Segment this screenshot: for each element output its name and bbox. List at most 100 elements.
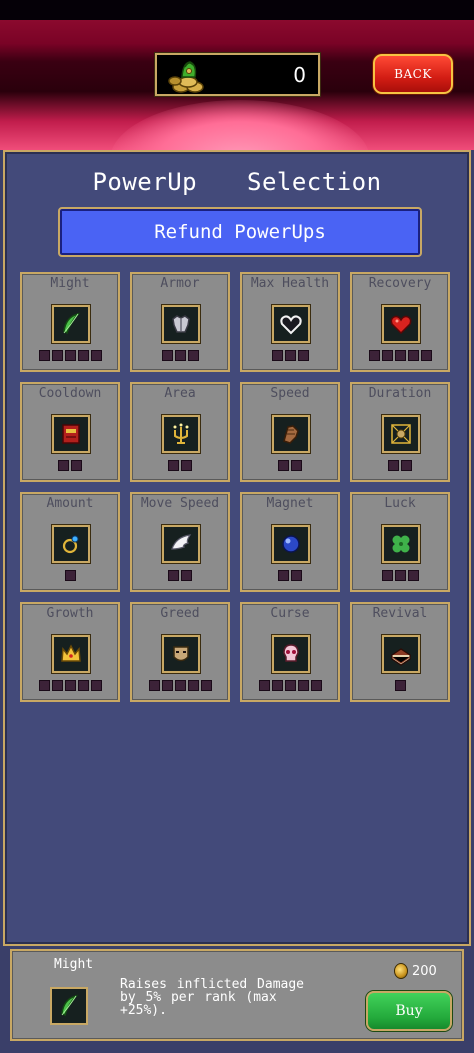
price-value: 200 — [412, 963, 437, 979]
powerup-label: Max Health — [250, 276, 330, 291]
powerup-icon-frame — [52, 635, 90, 673]
powerup-icon-frame — [162, 525, 200, 563]
feather-icon — [61, 994, 79, 1017]
rank-pip — [394, 680, 406, 691]
rank-pip — [394, 350, 406, 361]
rank-pips — [352, 680, 448, 691]
powerup-icon-frame — [382, 525, 420, 563]
buy-button[interactable]: Buy — [366, 991, 452, 1031]
rank-pip — [278, 460, 289, 471]
rank-pip — [271, 350, 283, 361]
powerup-card-might[interactable]: Might — [20, 272, 120, 372]
rank-pip — [181, 570, 192, 581]
powerup-card-duration[interactable]: Duration — [350, 382, 450, 482]
mask-icon — [173, 646, 189, 662]
powerup-label: Move Speed — [140, 496, 220, 511]
rank-pip — [77, 350, 89, 361]
rank-pip — [64, 680, 76, 691]
powerup-card-armor[interactable]: Armor — [130, 272, 230, 372]
powerup-label: Greed — [160, 606, 200, 621]
page-title: PowerUp Selection — [92, 168, 382, 196]
powerup-icon-frame — [272, 415, 310, 453]
powerup-icon-frame — [272, 525, 310, 563]
powerup-card-revival[interactable]: Revival — [350, 602, 450, 702]
powerup-label: Cooldown — [38, 386, 102, 401]
powerup-card-magnet[interactable]: Magnet — [240, 492, 340, 592]
coin-counter: 0 — [155, 53, 320, 96]
rank-pip — [64, 350, 76, 361]
rank-pips — [352, 460, 448, 471]
rank-pip — [278, 570, 289, 581]
powerup-label: Might — [50, 276, 90, 291]
refund-powerups-button[interactable]: Refund PowerUps — [58, 207, 422, 257]
rank-pips — [132, 460, 228, 471]
rank-pips — [352, 570, 448, 581]
rank-pip — [161, 350, 173, 361]
coin-count: 0 — [293, 63, 306, 87]
powerup-card-luck[interactable]: Luck — [350, 492, 450, 592]
powerup-card-greed[interactable]: Greed — [130, 602, 230, 702]
powerup-icon-frame — [272, 305, 310, 343]
powerup-card-move-speed[interactable]: Move Speed — [130, 492, 230, 592]
powerup-icon-frame — [52, 305, 90, 343]
detail-name: Might — [54, 957, 94, 972]
tiragisu-icon — [390, 648, 412, 666]
rank-pips — [132, 570, 228, 581]
powerup-label: Recovery — [368, 276, 432, 291]
back-button[interactable]: BACK — [373, 54, 453, 94]
powerup-panel: PowerUp Selection Refund PowerUps Might A… — [3, 150, 471, 946]
powerup-card-growth[interactable]: Growth — [20, 602, 120, 702]
rank-pip — [38, 350, 50, 361]
powerup-card-cooldown[interactable]: Cooldown — [20, 382, 120, 482]
powerup-card-max-health[interactable]: Max Health — [240, 272, 340, 372]
rank-pip — [174, 680, 186, 691]
rank-pip — [291, 460, 302, 471]
powerup-card-amount[interactable]: Amount — [20, 492, 120, 592]
detail-description: Raises inflicted Damage by 5% per rank (… — [120, 977, 305, 1018]
powerup-label: Duration — [368, 386, 432, 401]
header-glow — [110, 100, 370, 150]
orb-icon — [282, 535, 300, 553]
coin-icon — [394, 963, 408, 979]
rank-pip — [388, 460, 399, 471]
heart-outline-icon — [280, 315, 302, 335]
rank-pip — [381, 570, 393, 581]
tome-icon — [62, 424, 80, 444]
powerup-label: Revival — [372, 606, 428, 621]
rank-pips — [22, 680, 118, 691]
top-strip — [0, 0, 474, 20]
feather-icon — [63, 312, 81, 335]
powerup-card-speed[interactable]: Speed — [240, 382, 340, 482]
rank-pip — [420, 350, 432, 361]
powerup-icon-frame — [162, 635, 200, 673]
rank-pip — [77, 680, 89, 691]
powerup-icon-frame — [382, 635, 420, 673]
coin-pile-icon — [168, 61, 204, 93]
rank-pip — [161, 680, 173, 691]
rank-pip — [187, 680, 199, 691]
powerup-label: Luck — [384, 496, 416, 511]
powerup-icon-frame — [382, 415, 420, 453]
rank-pips — [132, 350, 228, 361]
rank-pip — [90, 350, 102, 361]
powerup-label: Curse — [270, 606, 310, 621]
spellbinder-icon — [391, 424, 411, 444]
rank-pip — [284, 350, 296, 361]
powerup-label: Area — [164, 386, 196, 401]
powerup-card-curse[interactable]: Curse — [240, 602, 340, 702]
powerup-card-area[interactable]: Area — [130, 382, 230, 482]
wings-icon — [171, 534, 192, 550]
powerup-label: Magnet — [266, 496, 314, 511]
rank-pip — [58, 460, 69, 471]
powerup-card-recovery[interactable]: Recovery — [350, 272, 450, 372]
powerup-icon-frame — [52, 525, 90, 563]
rank-pips — [242, 680, 338, 691]
rank-pips — [22, 460, 118, 471]
rank-pip — [284, 680, 296, 691]
rank-pip — [51, 680, 63, 691]
heart-red-icon — [390, 315, 412, 335]
detail-icon-frame — [50, 987, 88, 1025]
rank-pip — [381, 350, 393, 361]
rank-pip — [401, 460, 412, 471]
rank-pip — [407, 570, 419, 581]
